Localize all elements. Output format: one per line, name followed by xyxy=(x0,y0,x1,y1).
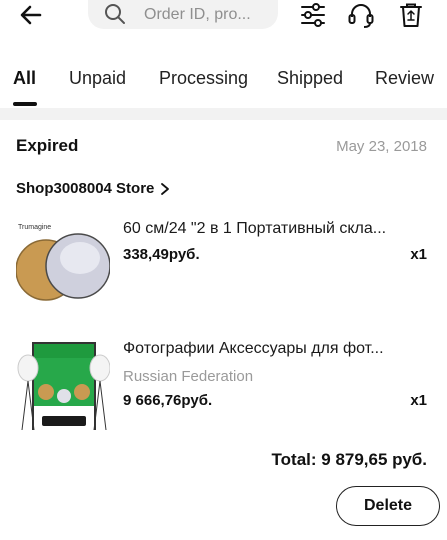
top-bar xyxy=(0,0,447,44)
search-icon xyxy=(105,4,125,24)
product-quantity: x1 xyxy=(410,392,427,409)
search-bar[interactable] xyxy=(88,0,278,29)
filter-button[interactable] xyxy=(298,0,328,30)
order-item[interactable]: Trumagine 60 см/24 "2 в 1 Портативный ск… xyxy=(0,218,447,328)
recycle-bin-button[interactable] xyxy=(396,0,426,30)
trash-icon xyxy=(400,3,422,27)
product-quantity: x1 xyxy=(410,246,427,263)
delete-order-button[interactable]: Delete xyxy=(336,486,440,526)
product-price: 338,49руб. xyxy=(123,246,200,263)
tab-unpaid[interactable]: Unpaid xyxy=(69,68,126,89)
order-date: May 23, 2018 xyxy=(336,138,427,155)
product-image-studio-kit[interactable] xyxy=(16,338,110,432)
tab-processing[interactable]: Processing xyxy=(159,68,248,89)
order-total: Total: 9 879,65 руб. xyxy=(271,450,427,469)
product-price: 9 666,76руб. xyxy=(123,392,213,409)
headset-icon xyxy=(348,4,374,28)
chevron-right-icon xyxy=(161,182,170,195)
back-arrow-icon xyxy=(20,5,42,25)
active-tab-indicator xyxy=(13,102,37,106)
product-variant: Russian Federation xyxy=(123,368,254,385)
store-link[interactable]: Shop3008004 Store xyxy=(16,180,170,197)
tab-all[interactable]: All xyxy=(13,68,36,89)
store-name: Shop3008004 Store xyxy=(16,180,155,197)
order-tabs: All Unpaid Processing Shipped Review xyxy=(0,48,447,108)
order-item[interactable]: Фотографии Аксессуары для фот... Russian… xyxy=(0,338,447,448)
search-input[interactable] xyxy=(144,3,274,27)
order-status: Expired xyxy=(16,136,79,155)
filter-icon xyxy=(301,3,325,27)
product-image-reflector[interactable]: Trumagine xyxy=(16,218,110,312)
order-card[interactable]: Expired May 23, 2018 Shop3008004 Store T… xyxy=(0,120,447,540)
section-divider xyxy=(0,108,447,120)
tab-shipped[interactable]: Shipped xyxy=(277,68,343,89)
product-title[interactable]: 60 см/24 "2 в 1 Портативный скла... xyxy=(123,220,423,238)
tab-review[interactable]: Review xyxy=(375,68,434,89)
product-brand-text: Trumagine xyxy=(18,224,51,231)
back-button[interactable] xyxy=(14,0,48,30)
support-button[interactable] xyxy=(346,0,376,30)
product-title[interactable]: Фотографии Аксессуары для фот... xyxy=(123,340,423,358)
